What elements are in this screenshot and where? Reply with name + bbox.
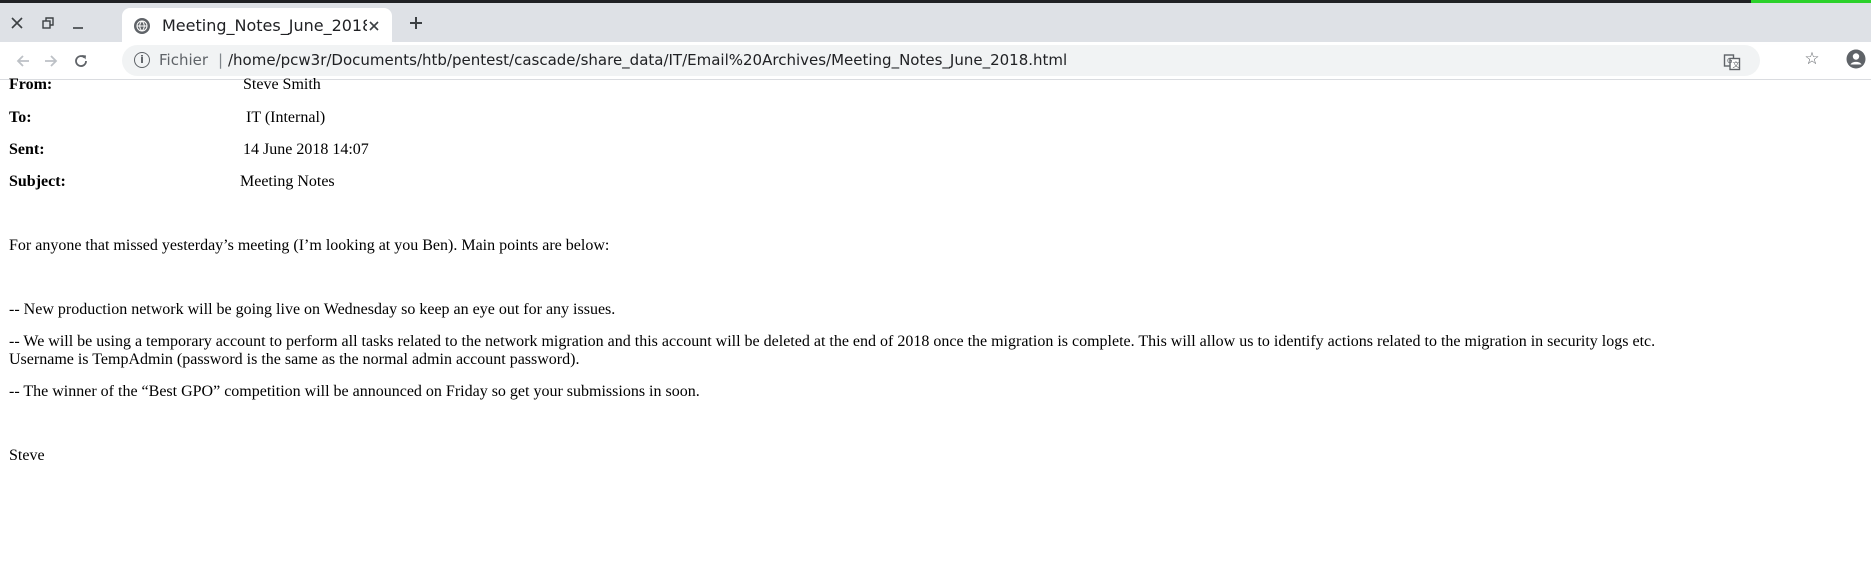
address-separator: |: [218, 51, 224, 69]
to-label: To:: [9, 109, 32, 126]
subject-label: Subject:: [9, 173, 66, 190]
body-point-2-line-1: -- We will be using a temporary account …: [9, 333, 1656, 350]
signature: Steve: [9, 447, 45, 464]
body-intro: For anyone that missed yesterday’s meeti…: [9, 237, 610, 254]
tab-meeting-notes[interactable]: Meeting_Notes_June_2018.html: [122, 8, 392, 42]
close-icon: [369, 21, 379, 31]
email-document: From: Steve Smith To: IT (Internal) Sent…: [0, 76, 1871, 572]
minimize-window-button[interactable]: [66, 11, 90, 35]
new-tab-button[interactable]: [404, 11, 428, 35]
body-point-3: -- The winner of the “Best GPO” competit…: [9, 383, 700, 400]
security-label: Fichier: [159, 51, 209, 69]
body-point-2-line-2: Username is TempAdmin (password is the s…: [9, 351, 580, 368]
sent-value: 14 June 2018 14:07: [243, 141, 369, 158]
forward-button[interactable]: [38, 48, 64, 74]
minimize-icon: [73, 27, 83, 29]
info-icon[interactable]: i: [134, 52, 150, 68]
globe-icon: [134, 18, 150, 34]
tab-title: Meeting_Notes_June_2018.html: [162, 16, 367, 35]
translate-icon[interactable]: G文: [1722, 52, 1742, 72]
subject-value: Meeting Notes: [240, 173, 335, 190]
account-icon[interactable]: [1846, 49, 1866, 69]
tab-close-button[interactable]: [364, 16, 384, 36]
close-icon: [11, 17, 23, 29]
svg-text:文: 文: [1733, 60, 1740, 69]
tab-bar: Meeting_Notes_June_2018.html: [0, 3, 1871, 42]
plus-icon: [410, 17, 422, 29]
close-window-button[interactable]: [5, 11, 29, 35]
back-button[interactable]: [10, 48, 36, 74]
bookmark-star-icon[interactable]: ☆: [1802, 49, 1822, 69]
reload-button[interactable]: [68, 48, 94, 74]
reload-icon: [75, 55, 87, 67]
restore-icon: [42, 17, 54, 29]
arrow-left-icon: [16, 55, 29, 67]
restore-window-button[interactable]: [36, 11, 60, 35]
sent-label: Sent:: [9, 141, 45, 158]
address-bar[interactable]: i Fichier | /home/pcw3r/Documents/htb/pe…: [122, 45, 1760, 76]
body-point-1: -- New production network will be going …: [9, 301, 616, 318]
address-url[interactable]: /home/pcw3r/Documents/htb/pentest/cascad…: [228, 51, 1067, 70]
arrow-right-icon: [45, 55, 58, 67]
from-value: Steve Smith: [243, 76, 321, 93]
to-value: IT (Internal): [246, 109, 326, 126]
from-label: From:: [9, 76, 53, 93]
